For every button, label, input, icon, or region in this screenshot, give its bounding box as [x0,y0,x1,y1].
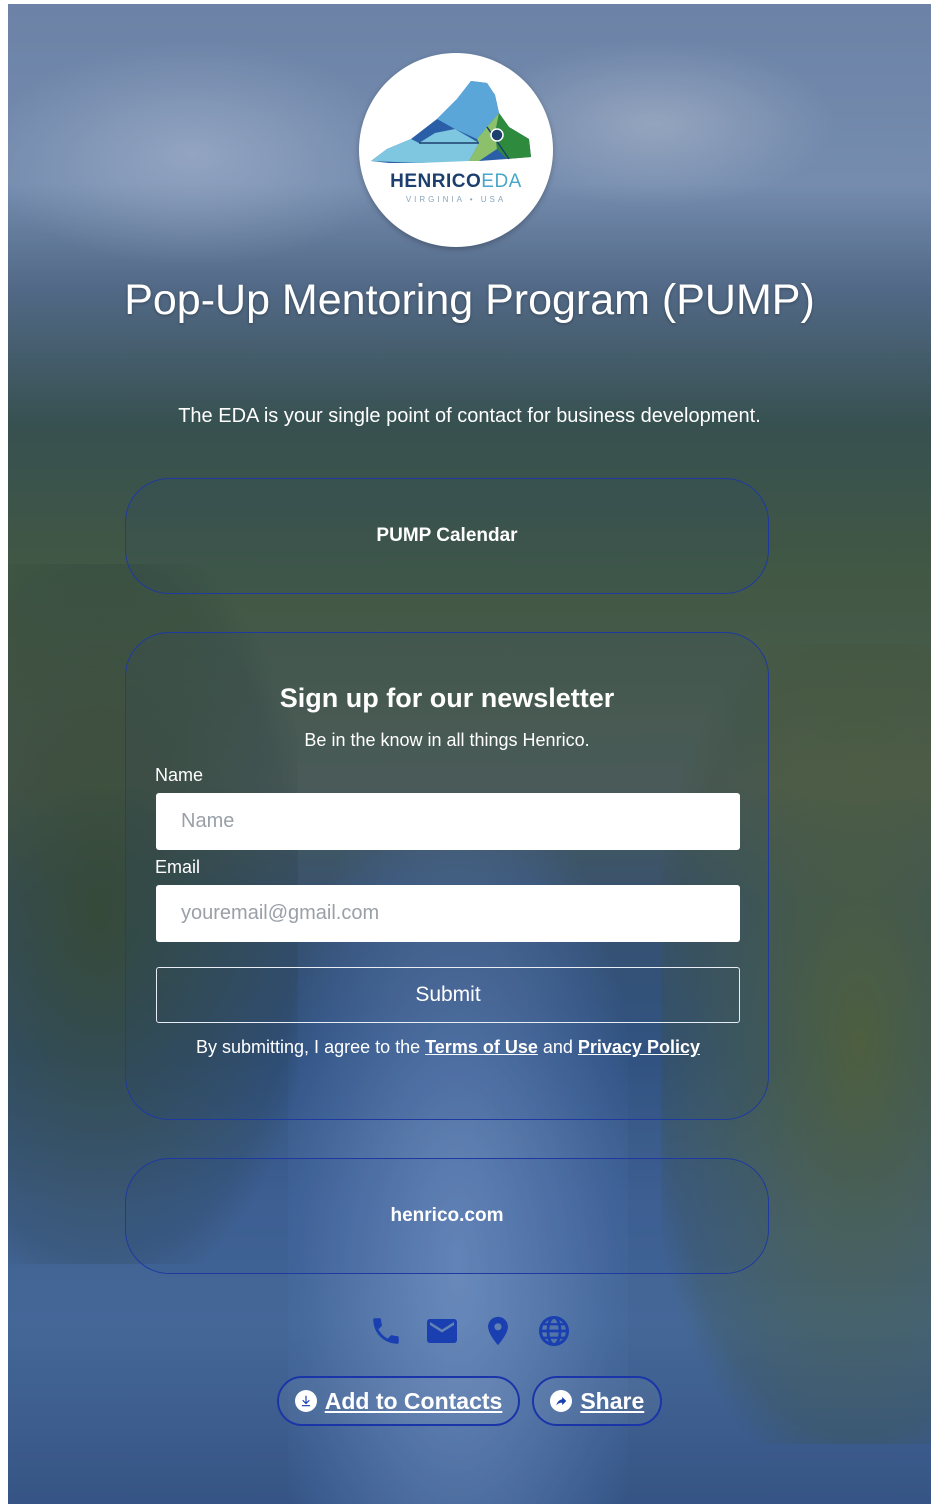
page-title: Pop-Up Mentoring Program (PUMP) [124,276,815,324]
terms-of-use-link[interactable]: Terms of Use [425,1037,538,1057]
mail-icon[interactable] [423,1312,461,1350]
add-to-contacts-button[interactable]: Add to Contacts [276,1376,521,1426]
virginia-map-icon [371,81,531,163]
share-button[interactable]: Share [532,1376,663,1426]
share-icon [550,1390,573,1412]
page-content: HENRICOEDA VIRGINIA • USA Pop-Up Mentori… [8,4,931,1504]
submit-button[interactable]: Submit [156,967,740,1023]
logo-subline: VIRGINIA • USA [405,195,507,204]
action-buttons: Add to Contacts Share [8,1376,931,1426]
newsletter-subtitle: Be in the know in all things Henrico. [304,730,590,750]
newsletter-title: Sign up for our newsletter [279,683,615,713]
add-to-contacts-label: Add to Contacts [324,1387,503,1414]
email-label: Email [155,857,201,877]
phone-icon[interactable] [367,1312,405,1350]
name-label: Name [155,765,204,785]
legal-notice: By submitting, I agree to the Terms of U… [196,1037,700,1057]
page-tagline: The EDA is your single point of contact … [178,405,761,427]
email-input[interactable] [156,885,740,942]
henrico-eda-logo: HENRICOEDA VIRGINIA • USA [359,53,553,247]
newsletter-card: Sign up for our newsletter Be in the kno… [125,632,769,1120]
henrico-website-label: henrico.com [390,1205,504,1226]
henrico-website-link[interactable]: henrico.com [125,1158,769,1274]
pump-calendar-label: PUMP Calendar [376,525,518,546]
logo-wordmark: HENRICOEDA [390,171,522,192]
pump-calendar-link[interactable]: PUMP Calendar [125,478,769,594]
location-pin-icon[interactable] [479,1312,517,1350]
download-icon [294,1390,317,1412]
name-input[interactable] [156,793,740,850]
privacy-policy-link[interactable]: Privacy Policy [578,1037,700,1057]
contact-icons [8,1312,931,1352]
globe-icon[interactable] [535,1312,573,1350]
share-label: Share [580,1387,645,1414]
